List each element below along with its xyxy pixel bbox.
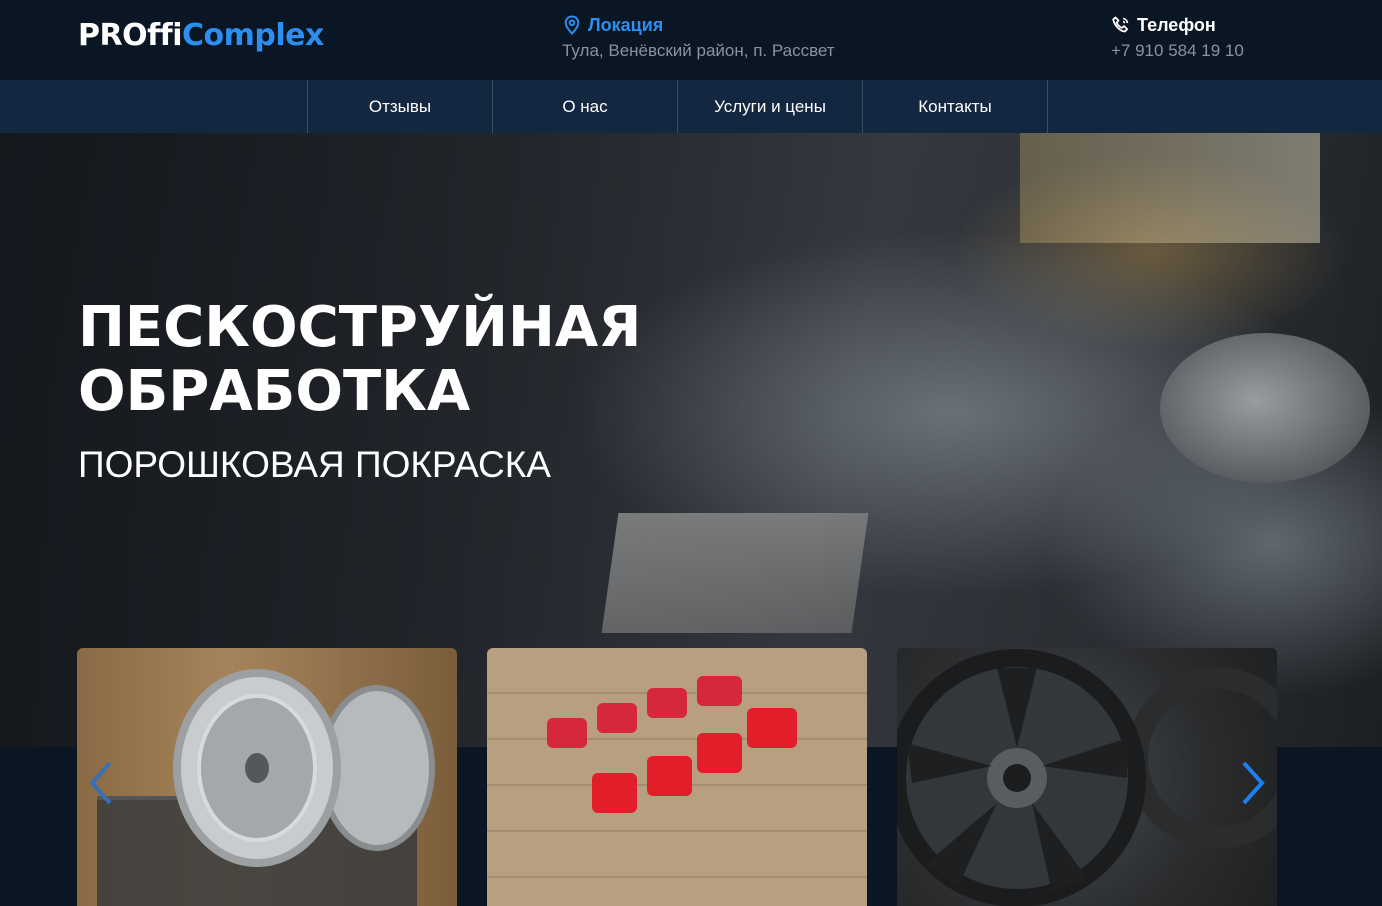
gallery-photo-silver-wheel[interactable] bbox=[77, 648, 457, 906]
gallery-next-button[interactable] bbox=[1238, 760, 1268, 806]
nav-item-about[interactable]: О нас bbox=[493, 80, 678, 133]
location-block: Локация Тула, Венёвский район, п. Рассве… bbox=[562, 13, 835, 61]
location-pin-icon bbox=[562, 15, 582, 35]
logo-part-2: Complex bbox=[181, 18, 324, 53]
gallery-photo-red-calipers[interactable] bbox=[487, 648, 867, 906]
phone-title: Телефон bbox=[1137, 14, 1216, 35]
nav-item-services-prices[interactable]: Услуги и цены bbox=[678, 80, 863, 133]
hero-title: ПЕСКОСТРУЙНАЯ ОБРАБОТКА bbox=[78, 295, 642, 424]
phone-icon bbox=[1111, 15, 1131, 35]
gallery-prev-button[interactable] bbox=[86, 760, 116, 806]
chevron-left-icon bbox=[89, 761, 112, 805]
nav-item-reviews[interactable]: Отзывы bbox=[308, 80, 493, 133]
hero-subtitle: ПОРОШКОВАЯ ПОКРАСКА bbox=[78, 444, 551, 485]
logo-part-1: PROffi bbox=[78, 18, 182, 53]
phone-number[interactable]: +7 910 584 19 10 bbox=[1111, 41, 1244, 61]
gallery-photo-black-wheel[interactable] bbox=[897, 648, 1277, 906]
phone-block: Телефон +7 910 584 19 10 bbox=[1111, 13, 1244, 61]
top-header: PROffiComplex Локация Тула, Венёвский ра… bbox=[0, 0, 1382, 80]
nav-item-contacts[interactable]: Контакты bbox=[863, 80, 1048, 133]
location-title: Локация bbox=[588, 14, 664, 35]
location-address: Тула, Венёвский район, п. Рассвет bbox=[562, 41, 835, 60]
main-nav: Отзывы О нас Услуги и цены Контакты bbox=[0, 80, 1382, 133]
chevron-right-icon bbox=[1242, 761, 1265, 805]
site-logo[interactable]: PROffiComplex bbox=[78, 18, 324, 53]
